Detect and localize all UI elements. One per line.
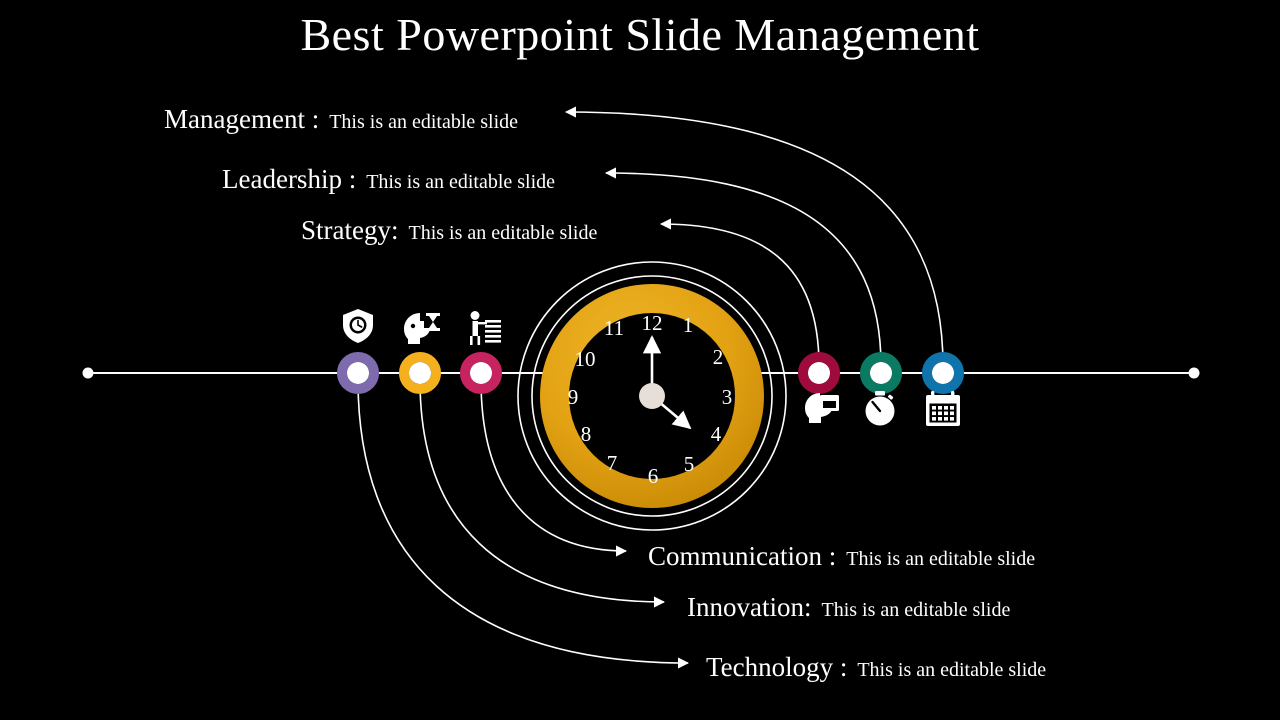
node-marker-management[interactable] [337, 352, 379, 394]
label-communication: Communication : This is an editable slid… [648, 541, 1035, 572]
calendar-icon [926, 391, 960, 426]
clock-number-5: 5 [684, 452, 695, 476]
node-marker-leadership[interactable] [399, 352, 441, 394]
clock-number-12: 12 [642, 311, 663, 335]
label-innovation: Innovation: This is an editable slide [687, 592, 1010, 623]
label-communication-key: Communication : [648, 541, 837, 571]
node-core-leadership[interactable] [409, 362, 431, 384]
node-marker-innovation[interactable] [860, 352, 902, 394]
node-core-communication[interactable] [808, 362, 830, 384]
label-leadership: Leadership : This is an editable slide [222, 164, 555, 195]
clock-number-3: 3 [722, 385, 733, 409]
label-communication-value: This is an editable slide [846, 548, 1036, 570]
label-management-key: Management : [164, 104, 320, 134]
clock-number-2: 2 [713, 345, 724, 369]
presenter-icon [470, 311, 501, 345]
node-core-innovation[interactable] [870, 362, 892, 384]
label-technology-value: This is an editable slide [857, 659, 1047, 681]
slide-canvas: Best Powerpoint Slide Management 12 1 2 … [0, 0, 1280, 720]
label-technology: Technology : This is an editable slide [706, 652, 1046, 683]
node-core-technology[interactable] [932, 362, 954, 384]
clock-graphic: 12 1 2 3 4 5 6 7 8 9 10 11 [540, 284, 764, 508]
timeline-endpoint-left [82, 367, 94, 379]
label-innovation-key: Innovation: [687, 592, 812, 622]
node-marker-strategy[interactable] [460, 352, 502, 394]
label-leadership-key: Leadership : [222, 164, 357, 194]
clock-number-4: 4 [711, 422, 722, 446]
label-technology-key: Technology : [706, 652, 848, 682]
node-core-strategy[interactable] [470, 362, 492, 384]
head-calendar-icon [805, 393, 839, 423]
timeline-endpoint-right [1188, 367, 1200, 379]
node-core-management[interactable] [347, 362, 369, 384]
label-leadership-value: This is an editable slide [366, 171, 556, 193]
clock-center-hub [639, 383, 665, 409]
shield-clock-icon [343, 309, 373, 343]
label-strategy-key: Strategy: [301, 215, 399, 245]
label-strategy: Strategy: This is an editable slide [301, 215, 597, 246]
label-innovation-value: This is an editable slide [821, 599, 1011, 621]
label-strategy-value: This is an editable slide [408, 222, 598, 244]
clock-number-8: 8 [581, 422, 592, 446]
clock-number-6: 6 [648, 464, 659, 488]
node-marker-communication[interactable] [798, 352, 840, 394]
label-management-value: This is an editable slide [329, 111, 519, 133]
clock-number-9: 9 [568, 385, 579, 409]
label-management: Management : This is an editable slide [164, 104, 518, 135]
clock-number-11: 11 [604, 316, 624, 340]
clock-number-1: 1 [683, 313, 694, 337]
clock-number-10: 10 [575, 347, 596, 371]
stopwatch-icon [865, 391, 895, 426]
node-marker-technology[interactable] [922, 352, 964, 394]
head-hourglass-icon [404, 313, 440, 344]
clock-number-7: 7 [607, 451, 618, 475]
